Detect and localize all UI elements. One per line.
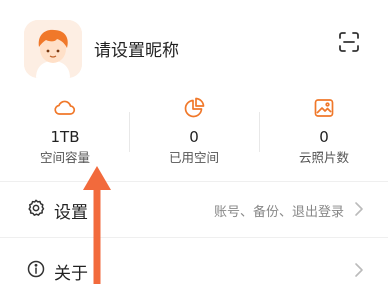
stat-used[interactable]: 0 已用空间: [129, 96, 259, 176]
image-icon: [312, 96, 336, 120]
stat-label: 云照片数: [298, 150, 349, 165]
settings-row[interactable]: 设置 账号、备份、退出登录: [0, 183, 388, 235]
info-icon: [26, 259, 46, 279]
profile-header: 请设置昵称: [0, 0, 388, 90]
pie-chart-icon: [182, 96, 206, 120]
gear-icon: [26, 198, 46, 218]
avatar-illustration: [24, 20, 82, 78]
stat-value: 0: [189, 128, 199, 146]
about-row[interactable]: 关于: [0, 244, 388, 296]
stat-value: 1TB: [50, 128, 80, 146]
stat-label: 已用空间: [168, 150, 219, 165]
chevron-right-icon: [354, 262, 364, 278]
stat-value: 0: [319, 128, 329, 146]
avatar[interactable]: [24, 20, 82, 78]
chevron-right-icon: [354, 201, 364, 217]
settings-title: 设置: [54, 203, 88, 223]
section-divider: [0, 181, 388, 182]
stat-capacity[interactable]: 1TB 空间容量: [0, 96, 130, 176]
settings-description: 账号、备份、退出登录: [213, 205, 344, 220]
cloud-icon: [53, 96, 77, 120]
nickname[interactable]: 请设置昵称: [94, 36, 179, 61]
stat-photos[interactable]: 0 云照片数: [259, 96, 388, 176]
about-title: 关于: [54, 264, 88, 284]
row-divider: [0, 237, 388, 238]
storage-stats: 1TB 空间容量 0 已用空间 0 云照片数: [0, 96, 388, 176]
stat-label: 空间容量: [39, 150, 90, 165]
scan-icon[interactable]: [337, 30, 361, 54]
